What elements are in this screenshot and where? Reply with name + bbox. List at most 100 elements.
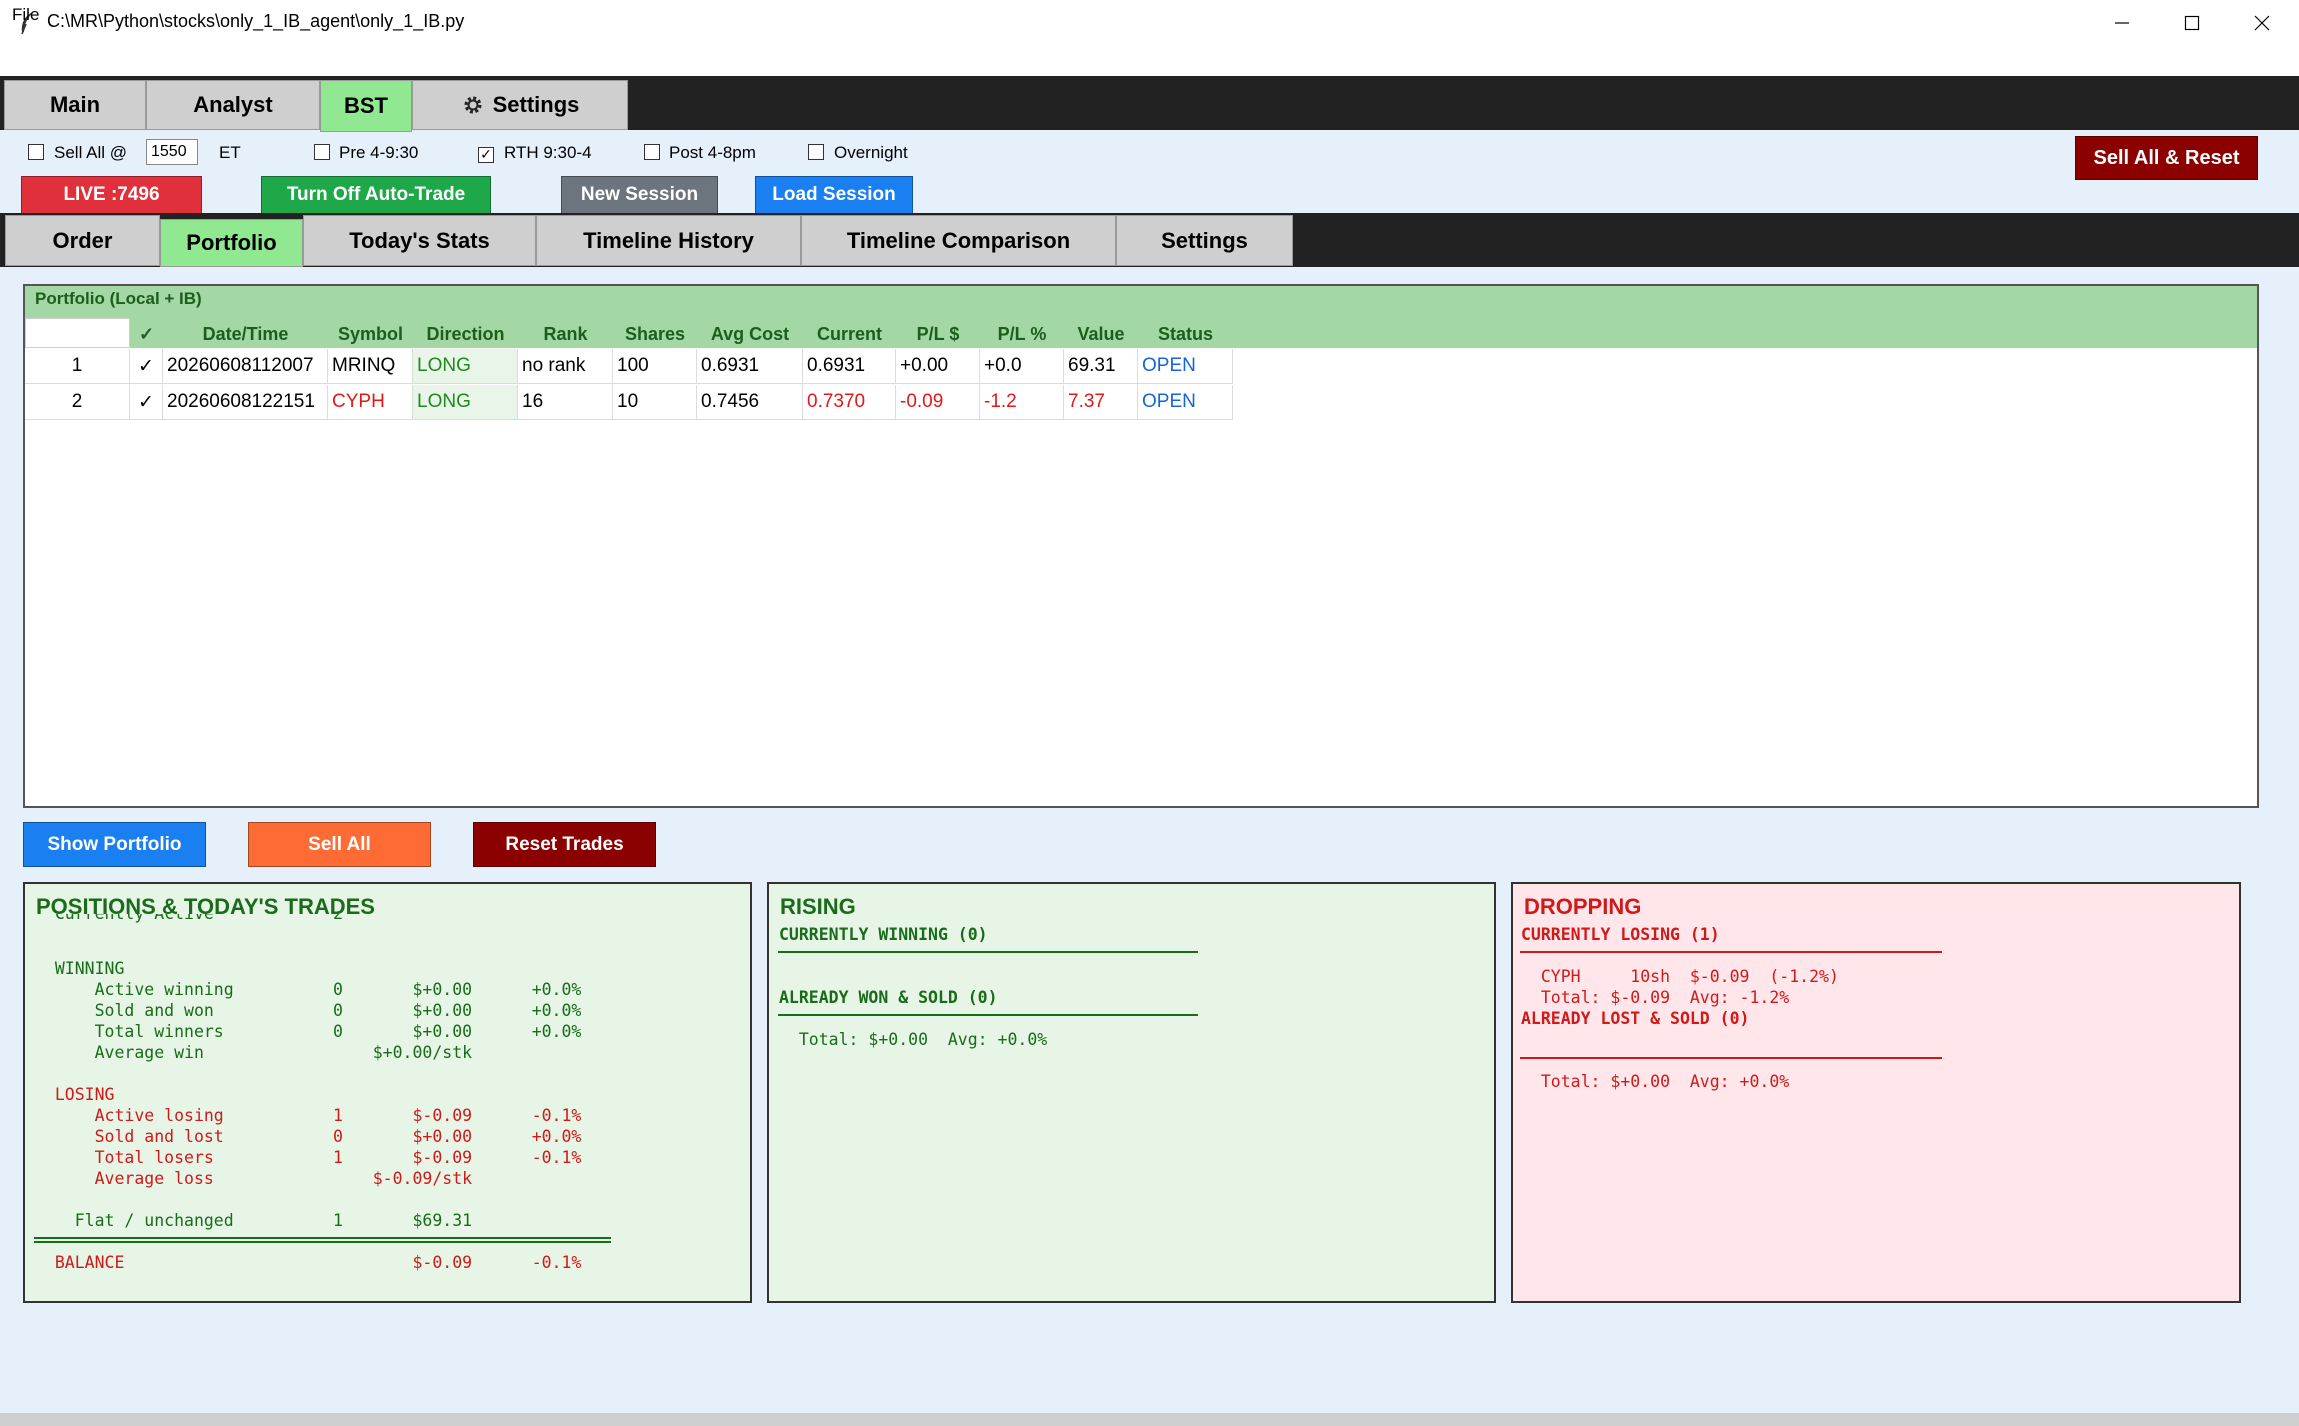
tab-main[interactable]: Main: [4, 80, 146, 130]
cell-pl-usd: +0.00: [896, 349, 980, 384]
balance-line: BALANCE $-0.09 -0.1%: [35, 1253, 582, 1272]
minimize-icon[interactable]: [2087, 0, 2157, 46]
cell-status: OPEN: [1138, 349, 1233, 384]
tab-analyst[interactable]: Analyst: [146, 80, 320, 130]
pre-market-checkbox[interactable]: [314, 144, 330, 165]
column-header-avg-cost[interactable]: Avg Cost: [697, 320, 803, 348]
already-won-heading: ALREADY WON & SOLD (0): [779, 988, 998, 1007]
cell-direction: LONG: [413, 349, 518, 384]
rth-label: RTH 9:30-4: [504, 143, 592, 162]
window-title: C:\MR\Python\stocks\only_1_IB_agent\only…: [47, 11, 465, 31]
cell-direction: LONG: [413, 385, 518, 420]
column-header-datetime[interactable]: Date/Time: [163, 320, 328, 348]
flat-unchanged-line: Flat / unchanged 1 $69.31: [35, 1211, 473, 1230]
tab-order[interactable]: Order: [5, 215, 160, 266]
tab-timeline-history[interactable]: Timeline History: [536, 215, 801, 266]
tab-settings-inner[interactable]: Settings: [1116, 215, 1293, 266]
live-port-button[interactable]: LIVE :7496: [21, 176, 202, 214]
menu-bar: [0, 46, 2299, 76]
load-session-button[interactable]: Load Session: [755, 176, 913, 214]
gear-icon: [461, 93, 485, 117]
sell-all-at-label: Sell All @: [54, 143, 128, 162]
sell-all-button[interactable]: Sell All: [248, 822, 431, 867]
column-header-value[interactable]: Value: [1064, 320, 1138, 348]
cell-symbol: MRINQ: [328, 349, 413, 384]
show-portfolio-button[interactable]: Show Portfolio: [23, 822, 206, 867]
column-header-check[interactable]: ✓: [130, 320, 163, 348]
sell-all-at-checkbox[interactable]: [28, 144, 44, 165]
losing-header: LOSING: [35, 1085, 115, 1104]
currently-winning-heading: CURRENTLY WINNING (0): [779, 925, 988, 944]
lost-total-line: Total: $+0.00 Avg: +0.0%: [1521, 1072, 1790, 1091]
rising-title: RISING: [780, 894, 856, 919]
post-market-label: Post 4-8pm: [669, 143, 756, 162]
cell-pl-pct: -1.2: [980, 385, 1064, 420]
currently-active-line: Currently Active 2: [35, 914, 343, 928]
column-header-shares[interactable]: Shares: [613, 320, 697, 348]
sell-all-time-input[interactable]: [146, 139, 198, 165]
cell-avg-cost: 0.6931: [697, 349, 803, 384]
et-label: ET: [219, 143, 241, 162]
cell-datetime: 20260608122151: [163, 385, 328, 420]
cell-avg-cost: 0.7456: [697, 385, 803, 420]
dropping-divider-1: [1520, 951, 1942, 953]
column-header-direction[interactable]: Direction: [413, 320, 518, 348]
rth-checkbox[interactable]: ✓: [478, 144, 494, 164]
menu-file[interactable]: File: [12, 5, 39, 25]
rising-divider-1: [778, 951, 1198, 953]
column-header-pl-pct[interactable]: P/L %: [980, 320, 1064, 348]
column-header-symbol[interactable]: Symbol: [328, 320, 413, 348]
active-losing-line: Active losing 1 $-0.09 -0.1%: [35, 1106, 582, 1125]
status-strip: [0, 1413, 2299, 1426]
reset-trades-button[interactable]: Reset Trades: [473, 822, 656, 867]
post-market-checkbox[interactable]: [644, 144, 660, 165]
cell-value: 69.31: [1064, 349, 1138, 384]
tab-timeline-comparison[interactable]: Timeline Comparison: [801, 215, 1116, 266]
column-header-rank[interactable]: Rank: [518, 320, 613, 348]
dropping-divider-2: [1520, 1057, 1942, 1059]
rising-panel: RISING CURRENTLY WINNING (0) ALREADY WON…: [767, 882, 1496, 1303]
maximize-icon[interactable]: [2157, 0, 2227, 46]
sold-won-line: Sold and won 0 $+0.00 +0.0%: [35, 1001, 582, 1020]
close-icon[interactable]: [2227, 0, 2297, 46]
auto-trade-toggle-button[interactable]: Turn Off Auto-Trade: [261, 176, 491, 214]
total-losers-line: Total losers 1 $-0.09 -0.1%: [35, 1148, 582, 1167]
average-loss-line: Average loss $-0.09/stk: [35, 1169, 473, 1188]
winning-header: WINNING: [35, 959, 125, 978]
positions-panel: POSITIONS & TODAY'S TRADES Currently Act…: [23, 882, 752, 1303]
column-header-current[interactable]: Current: [803, 320, 896, 348]
new-session-button[interactable]: New Session: [561, 176, 718, 214]
column-header-status[interactable]: Status: [1138, 320, 1233, 348]
already-lost-heading: ALREADY LOST & SOLD (0): [1521, 1009, 1750, 1028]
row-check[interactable]: ✓: [130, 385, 163, 420]
cell-current: 0.7370: [803, 385, 896, 420]
dropping-panel: DROPPING CURRENTLY LOSING (1) CYPH 10sh …: [1511, 882, 2241, 1303]
row-check[interactable]: ✓: [130, 349, 163, 384]
sold-lost-line: Sold and lost 0 $+0.00 +0.0%: [35, 1127, 582, 1146]
balance-divider-2: [34, 1241, 611, 1243]
average-win-line: Average win $+0.00/stk: [35, 1043, 473, 1062]
losing-position-line: CYPH 10sh $-0.09 (-1.2%): [1521, 967, 1839, 986]
tab-settings-label: Settings: [492, 92, 580, 117]
losing-total-line: Total: $-0.09 Avg: -1.2%: [1521, 988, 1790, 1007]
column-header-pl-usd[interactable]: P/L $: [896, 320, 980, 348]
cell-rank: no rank: [518, 349, 613, 384]
cell-shares: 10: [613, 385, 697, 420]
cell-pl-pct: +0.0: [980, 349, 1064, 384]
active-winning-line: Active winning 0 $+0.00 +0.0%: [35, 980, 582, 999]
row-index: 1: [25, 349, 130, 384]
cell-value: 7.37: [1064, 385, 1138, 420]
cell-shares: 100: [613, 349, 697, 384]
overnight-checkbox[interactable]: [808, 144, 824, 165]
rising-divider-2: [778, 1014, 1198, 1016]
sell-all-reset-button[interactable]: Sell All & Reset: [2075, 136, 2258, 180]
total-winners-line: Total winners 0 $+0.00 +0.0%: [35, 1022, 582, 1041]
cell-status: OPEN: [1138, 385, 1233, 420]
row-index: 2: [25, 385, 130, 420]
currently-losing-heading: CURRENTLY LOSING (1): [1521, 925, 1720, 944]
tab-bst[interactable]: BST: [320, 80, 412, 132]
tab-todays-stats[interactable]: Today's Stats: [303, 215, 536, 266]
cell-pl-usd: -0.09: [896, 385, 980, 420]
tab-settings[interactable]: Settings: [412, 80, 628, 130]
tab-portfolio[interactable]: Portfolio: [160, 219, 303, 267]
